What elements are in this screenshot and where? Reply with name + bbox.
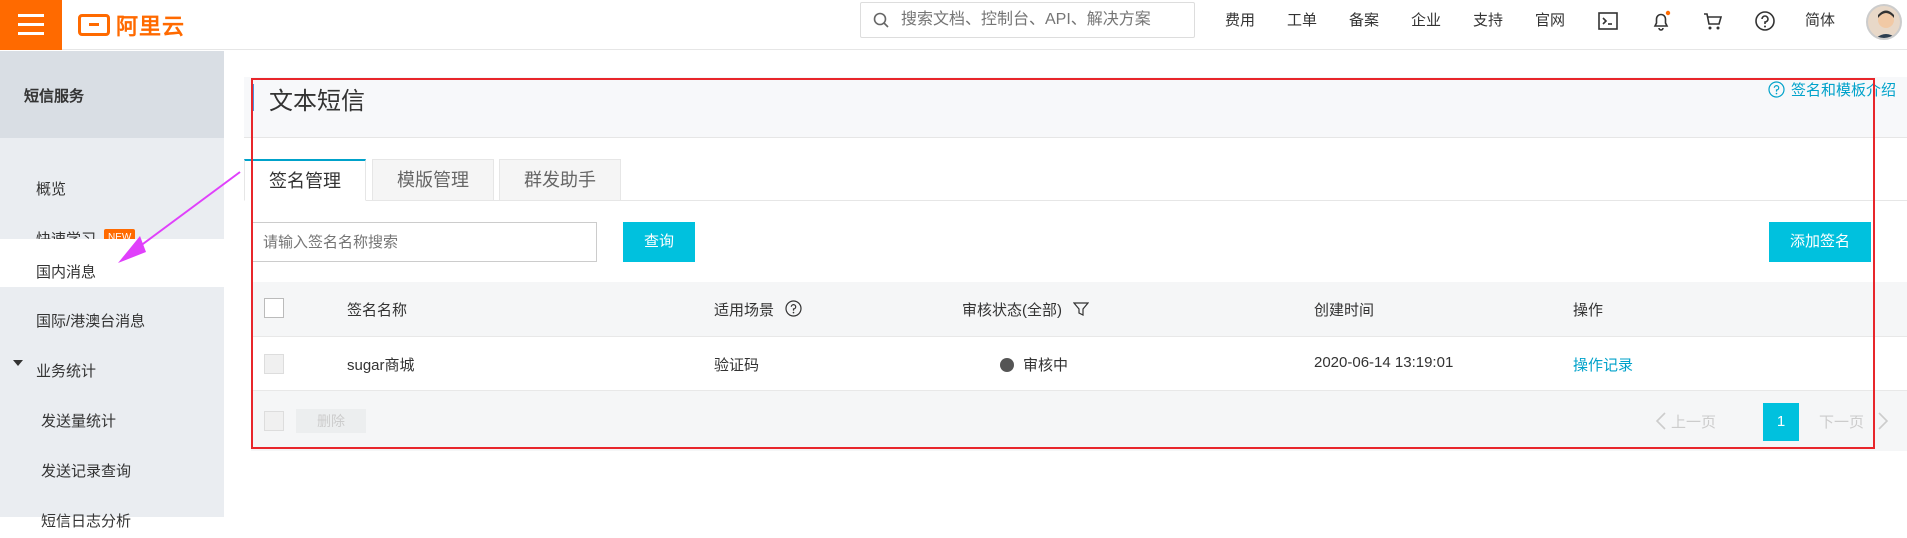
table-footer: 删除 上一页 1 下一页 (251, 391, 1907, 451)
delete-button[interactable]: 删除 (296, 409, 366, 433)
add-signature-button[interactable]: 添加签名 (1769, 222, 1871, 262)
column-header: 创建时间 (1314, 302, 1375, 319)
language-switch[interactable]: 简体 (1805, 10, 1835, 32)
prev-page-button[interactable]: 上一页 (1671, 411, 1716, 432)
column-header: 操作 (1573, 302, 1604, 319)
operation-record-link[interactable]: 操作记录 (1573, 354, 1633, 375)
tab-templates[interactable]: 模版管理 (372, 159, 494, 201)
page-header: 文本短信 签名和模板介绍 (244, 77, 1907, 138)
page-title: 文本短信 (269, 88, 365, 115)
sidebar-item-domestic[interactable]: 国内消息 (0, 239, 224, 287)
chevron-left-icon (1655, 412, 1666, 430)
help-link[interactable]: 签名和模板介绍 (1768, 79, 1896, 100)
cell-status: 审核中 (1023, 357, 1069, 374)
sidebar-item-statistics[interactable]: 业务统计 (0, 338, 224, 388)
sidebar-item-send-records[interactable]: 发送记录查询 (0, 438, 224, 488)
main-content: 文本短信 签名和模板介绍 签名管理 模版管理 群发助手 查询 添加签名 签名名称… (244, 51, 1907, 517)
sidebar-title: 短信服务 (24, 88, 85, 105)
nav-fees[interactable]: 费用 (1225, 10, 1255, 32)
tab-bulk-send[interactable]: 群发助手 (499, 159, 621, 201)
column-header[interactable]: 审核状态(全部) (962, 299, 1062, 320)
sidebar-item-label: 国内消息 (36, 264, 97, 281)
bell-icon[interactable] (1650, 10, 1672, 32)
signature-search-input[interactable] (252, 222, 597, 262)
column-header: 签名名称 (347, 302, 408, 319)
title-accent-bar (251, 84, 254, 111)
cell-scene: 验证码 (714, 357, 760, 374)
table-header: 签名名称 适用场景 审核状态(全部) 创建时间 操作 (251, 282, 1907, 337)
sidebar-item-label: 业务统计 (36, 363, 97, 380)
next-page-button[interactable]: 下一页 (1819, 411, 1864, 432)
cell-signature-name: sugar商城 (347, 357, 415, 374)
query-button[interactable]: 查询 (623, 222, 695, 262)
sidebar-item-label: 短信日志分析 (41, 513, 132, 530)
question-circle-icon (1768, 81, 1785, 98)
search-icon (873, 12, 889, 28)
row-checkbox[interactable] (264, 354, 284, 374)
help-link-label: 签名和模板介绍 (1791, 82, 1897, 99)
help-icon[interactable] (1754, 10, 1776, 32)
sidebar-item-label: 发送记录查询 (41, 463, 132, 480)
global-search[interactable] (860, 2, 1195, 38)
cell-created-time: 2020-06-14 13:19:01 (1314, 354, 1454, 371)
sidebar-item-log-analysis[interactable]: 短信日志分析 (0, 488, 224, 538)
sidebar-item-label: 国际/港澳台消息 (36, 313, 146, 330)
sidebar-item-overview[interactable]: 概览 (0, 163, 224, 213)
sidebar-item-send-stats[interactable]: 发送量统计 (0, 388, 224, 438)
caret-down-icon (13, 360, 23, 366)
sidebar-item-label: 发送量统计 (41, 413, 117, 430)
logo-text: 阿里云 (116, 14, 186, 39)
search-input[interactable] (901, 9, 1186, 31)
nav-support[interactable]: 支持 (1473, 10, 1503, 32)
sidebar-item-label: 概览 (36, 181, 67, 198)
question-circle-icon[interactable] (785, 300, 802, 317)
status-dot-icon (1000, 358, 1014, 372)
terminal-icon[interactable] (1597, 10, 1619, 32)
column-header: 适用场景 (714, 302, 775, 319)
page-number-button[interactable]: 1 (1763, 403, 1799, 441)
select-all-checkbox[interactable] (264, 298, 284, 318)
logo[interactable]: 阿里云 (78, 10, 185, 40)
tab-bar: 签名管理 模版管理 群发助手 (244, 159, 1907, 201)
nav-tickets[interactable]: 工单 (1287, 10, 1317, 32)
sidebar-header: 短信服务 (0, 51, 224, 138)
top-bar: 阿里云 费用 工单 备案 企业 支持 官网 简体 (0, 0, 1907, 50)
menu-icon[interactable] (0, 0, 62, 50)
nav-website[interactable]: 官网 (1535, 10, 1565, 32)
cart-icon[interactable] (1702, 10, 1724, 32)
chevron-right-icon (1878, 412, 1889, 430)
nav-icp[interactable]: 备案 (1349, 10, 1379, 32)
nav-enterprise[interactable]: 企业 (1411, 10, 1441, 32)
filter-icon[interactable] (1073, 301, 1089, 317)
sidebar: 短信服务 概览 快速学习NEW 国内消息 国际/港澳台消息 业务统计 发送量统计… (0, 51, 224, 530)
avatar[interactable] (1866, 4, 1902, 40)
logo-mark-icon (78, 14, 110, 36)
table-row: sugar商城 验证码 审核中 2020-06-14 13:19:01 操作记录 (251, 337, 1907, 391)
sidebar-item-international[interactable]: 国际/港澳台消息 (0, 288, 224, 338)
tab-signatures[interactable]: 签名管理 (244, 159, 366, 201)
footer-select-all-checkbox[interactable] (264, 411, 284, 431)
